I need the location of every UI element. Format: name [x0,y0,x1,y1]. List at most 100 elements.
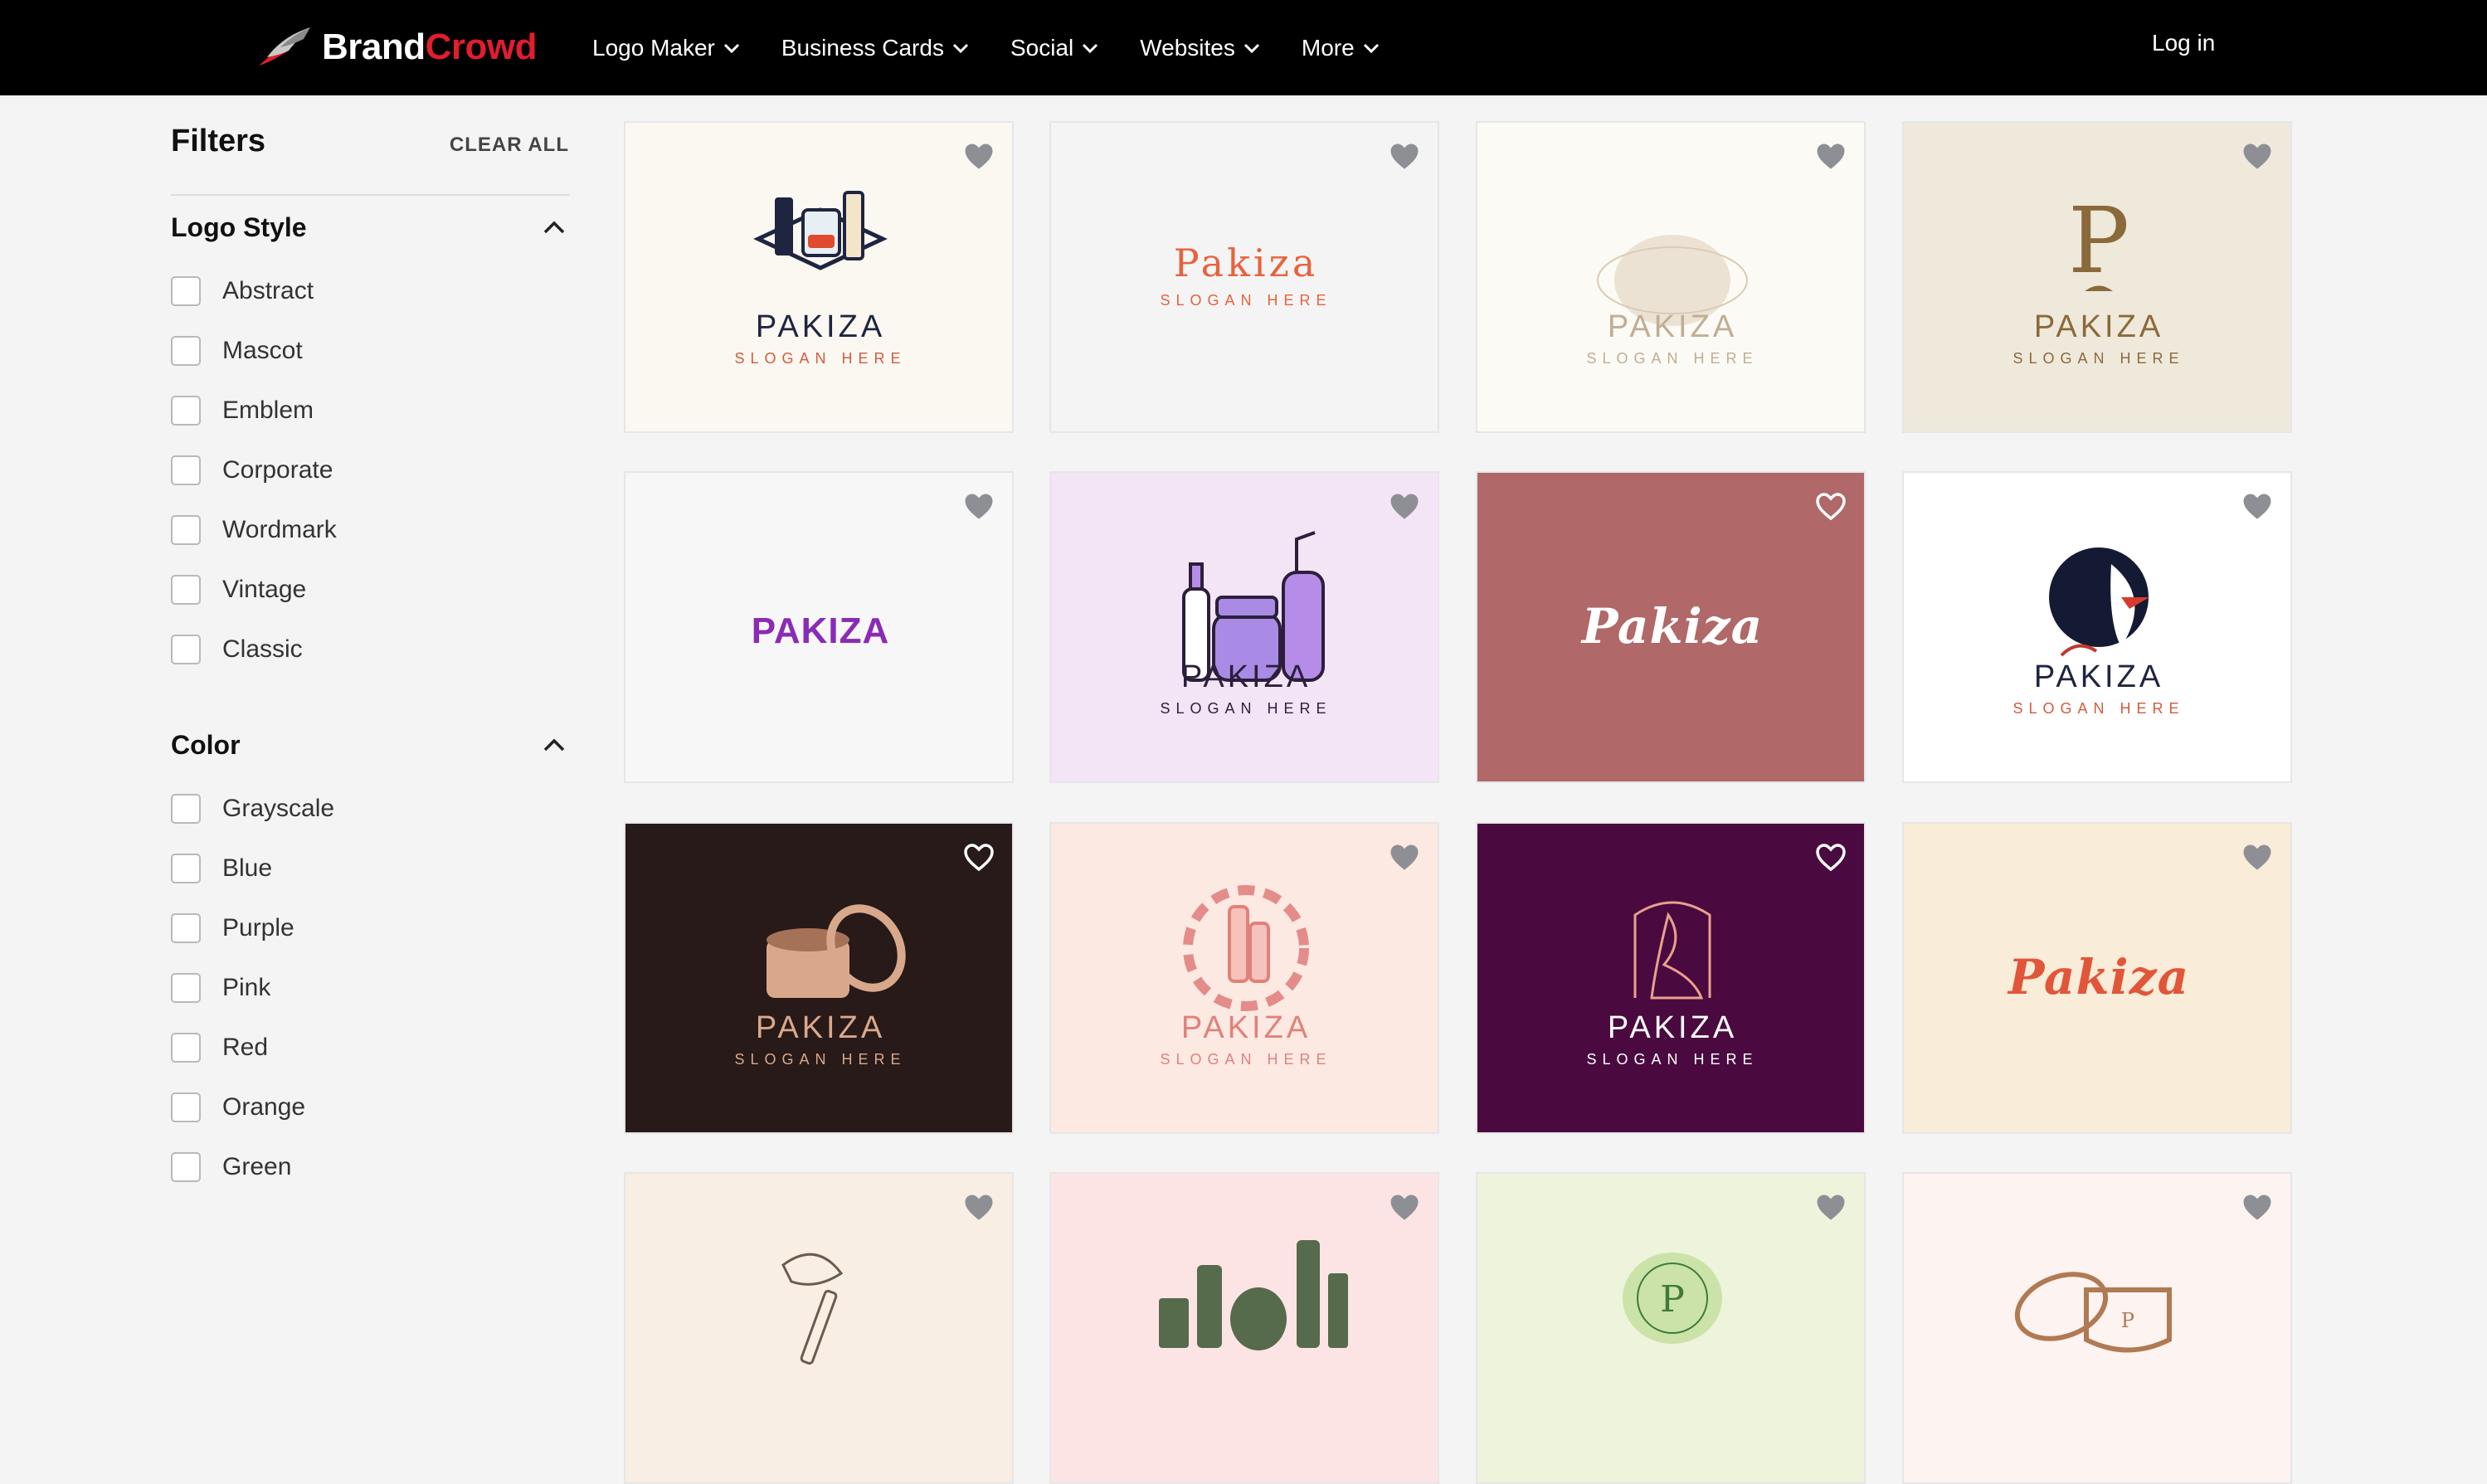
nav-social[interactable]: Social [1010,35,1098,61]
favorite-heart-icon[interactable] [2242,844,2272,872]
option-label: Blue [222,854,273,882]
logo-card[interactable]: P [1476,1172,1866,1484]
filter-option-purple[interactable]: Purple [171,910,294,946]
logo-card[interactable]: P PAKIZA SLOGAN HERE [1902,121,2292,433]
nav-label: Business Cards [781,34,944,61]
checkbox[interactable] [171,336,201,366]
filter-option-green[interactable]: Green [171,1149,291,1185]
login-link[interactable]: Log in [2152,30,2215,56]
logo-card[interactable]: Pakiza [1902,822,2292,1134]
nav-websites[interactable]: Websites [1140,35,1260,61]
logo-artwork: PAKIZA [752,611,889,651]
logo-card[interactable]: PAKIZA SLOGAN HERE [1049,471,1439,783]
option-label: Grayscale [222,795,335,822]
cosmetic-bottles-icon [1182,531,1325,682]
logo-card[interactable]: Pakiza SLOGAN HERE [1049,121,1439,433]
checkbox[interactable] [171,973,201,1003]
nav-logo-maker[interactable]: Logo Maker [592,35,740,61]
favorite-heart-icon[interactable] [1390,844,1419,872]
checkbox[interactable] [171,1092,201,1122]
logo-card[interactable]: PAKIZA SLOGAN HERE [1902,471,2292,783]
filter-option-grayscale[interactable]: Grayscale [171,791,334,827]
filters-title: Filters [171,124,266,158]
nav-business-cards[interactable]: Business Cards [781,35,969,61]
filter-option-mascot[interactable]: Mascot [171,333,303,369]
filter-option-emblem[interactable]: Emblem [171,392,314,429]
chevron-down-icon [1083,43,1098,53]
logo-card[interactable]: PAKIZA SLOGAN HERE [1476,822,1866,1134]
filter-option-abstract[interactable]: Abstract [171,273,314,309]
logo-name: PAKIZA [756,309,885,344]
logo-card[interactable] [1049,1172,1439,1484]
checkbox[interactable] [171,913,201,943]
filter-option-red[interactable]: Red [171,1029,268,1066]
logo-card[interactable]: Pakiza [1476,471,1866,783]
chevron-down-icon [1363,43,1379,53]
logo-name: Pakiza [1580,598,1763,654]
chevron-down-icon [1244,43,1259,53]
favorite-heart-icon[interactable] [2242,1194,2272,1222]
favorite-heart-icon[interactable] [2242,143,2272,171]
logo-slogan: SLOGAN HERE [1586,350,1758,367]
favorite-heart-icon[interactable] [964,143,994,171]
nav-more[interactable]: More [1302,35,1380,61]
favorite-heart-icon[interactable] [964,1194,994,1222]
chevron-up-icon[interactable] [543,737,566,752]
clear-all-button[interactable]: CLEAR ALL [450,134,569,157]
logo-slogan: SLOGAN HERE [1160,292,1331,309]
logo-card[interactable]: PAKIZA SLOGAN HERE [624,822,1014,1134]
cosmetics-wreath-icon [1183,885,1309,1011]
filter-option-orange[interactable]: Orange [171,1089,305,1126]
logo-slogan: SLOGAN HERE [1586,1051,1758,1068]
logo-name: PAKIZA [756,1010,885,1045]
svg-text:P: P [2121,1309,2134,1332]
filter-option-vintage[interactable]: Vintage [171,572,306,608]
favorite-heart-icon[interactable] [2242,493,2272,521]
brand-name-part1: Brand [322,27,426,67]
checkbox[interactable] [171,635,201,664]
nav-label: Websites [1140,34,1235,61]
logo-name: PAKIZA [2034,659,2163,694]
favorite-heart-icon[interactable] [1390,1194,1419,1222]
logo-card[interactable]: P [1902,1172,2292,1484]
filter-option-wordmark[interactable]: Wordmark [171,512,337,548]
checkbox[interactable] [171,794,201,824]
favorite-heart-icon[interactable] [1816,493,1846,521]
logo-card[interactable]: PAKIZA [624,471,1014,783]
checkbox[interactable] [171,396,201,426]
logo-card[interactable]: PAKIZA SLOGAN HERE [1476,121,1866,433]
checkbox[interactable] [171,575,201,605]
checkbox[interactable] [171,1152,201,1182]
logo-artwork: Pakiza [2007,949,2188,1005]
checkbox[interactable] [171,854,201,883]
filter-option-corporate[interactable]: Corporate [171,452,333,489]
favorite-heart-icon[interactable] [1816,844,1846,872]
divider [171,194,569,196]
favorite-heart-icon[interactable] [964,493,994,521]
chevron-down-icon [723,43,739,53]
checkbox[interactable] [171,515,201,545]
brandcrowd-logo[interactable]: Brand Crowd [256,18,538,76]
logo-artwork: PAKIZA SLOGAN HERE [1160,885,1326,1068]
favorite-heart-icon[interactable] [964,844,994,872]
logo-slogan: SLOGAN HERE [2012,700,2184,717]
logo-card[interactable]: PAKIZA SLOGAN HERE [1049,822,1439,1134]
favorite-heart-icon[interactable] [1390,143,1419,171]
checkbox[interactable] [171,276,201,306]
checkbox[interactable] [171,1033,201,1063]
checkbox[interactable] [171,455,201,485]
logo-card[interactable] [624,1172,1014,1484]
option-label: Classic [222,635,303,663]
logo-card[interactable]: PAKIZA SLOGAN HERE [624,121,1014,433]
filter-option-classic[interactable]: Classic [171,631,303,668]
favorite-heart-icon[interactable] [1816,1194,1846,1222]
chevron-down-icon [952,43,969,53]
option-label: Emblem [222,397,314,424]
favorite-heart-icon[interactable] [1390,493,1419,521]
option-label: Pink [222,974,271,1001]
favorite-heart-icon[interactable] [1816,143,1846,171]
chevron-up-icon[interactable] [543,220,566,235]
filter-option-pink[interactable]: Pink [171,970,270,1006]
logo-artwork: Pakiza SLOGAN HERE [1160,241,1331,309]
filter-option-blue[interactable]: Blue [171,850,272,887]
